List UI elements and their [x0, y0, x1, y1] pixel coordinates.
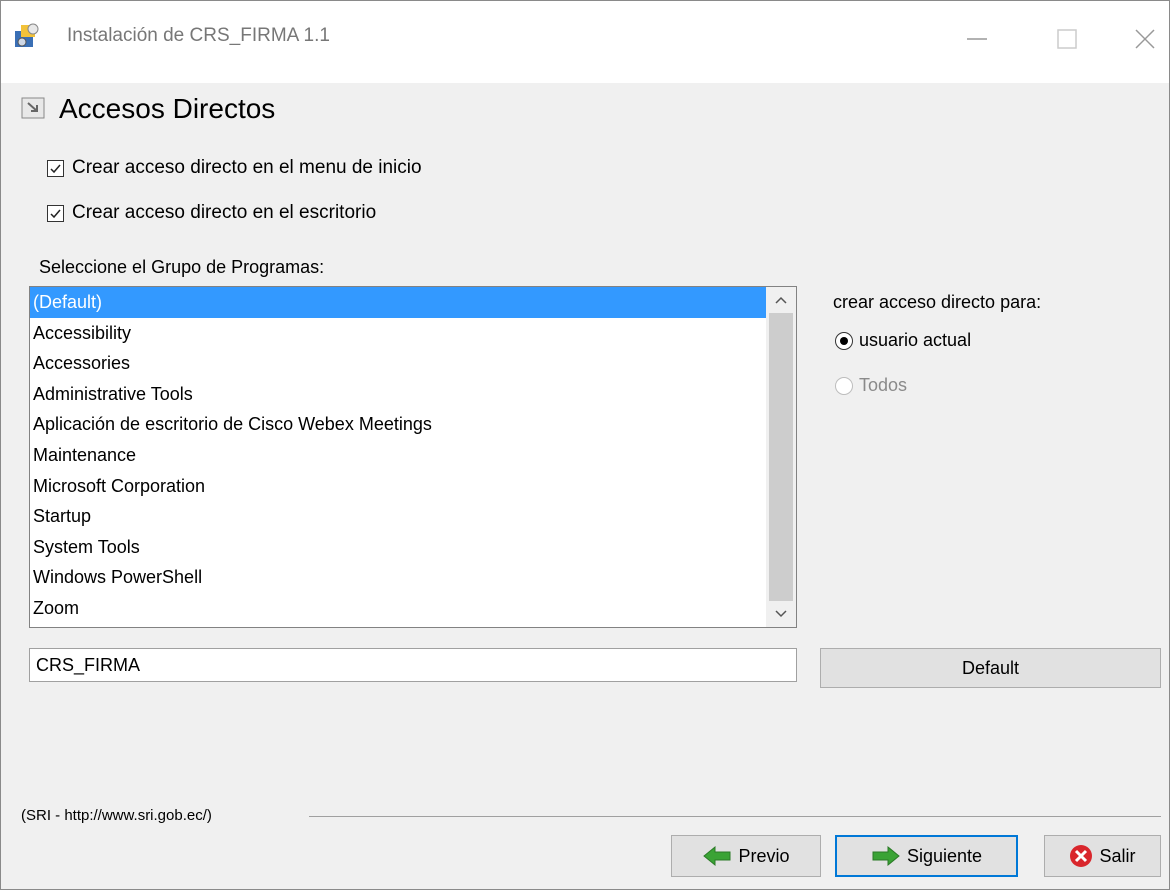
list-item[interactable]: Accessibility: [30, 318, 766, 349]
list-item[interactable]: Maintenance: [30, 440, 766, 471]
program-group-list[interactable]: (Default) Accessibility Accessories Admi…: [29, 286, 797, 628]
maximize-icon: [1057, 29, 1077, 49]
installer-window: Instalación de CRS_FIRMA 1.1 Accesos Dir…: [0, 0, 1170, 890]
arrow-left-icon: [703, 845, 731, 867]
radio-circle: [835, 376, 853, 395]
cancel-icon: [1070, 845, 1093, 867]
shortcut-for-label: crear acceso directo para:: [833, 292, 1042, 312]
minimize-icon: [967, 38, 987, 40]
scroll-down-button[interactable]: [766, 601, 796, 627]
desktop-shortcut-checkbox[interactable]: Crear acceso directo en el escritorio: [47, 202, 376, 224]
exit-button[interactable]: Salir: [1044, 835, 1161, 877]
radio-label: usuario actual: [859, 330, 972, 350]
next-label: Siguiente: [906, 845, 983, 866]
program-group-label: Seleccione el Grupo de Programas:: [39, 257, 325, 277]
radio-circle[interactable]: [835, 331, 853, 350]
footer-divider: [309, 816, 1161, 817]
list-item[interactable]: Aplicación de escritorio de Cisco Webex …: [30, 409, 766, 440]
scroll-up-button[interactable]: [766, 287, 796, 313]
radio-selected-dot: [840, 336, 848, 345]
next-button[interactable]: Siguiente: [835, 835, 1018, 877]
list-item[interactable]: Administrative Tools: [30, 379, 766, 410]
checkbox-box[interactable]: [47, 159, 64, 177]
checkmark-icon: [50, 209, 61, 218]
start-menu-shortcut-checkbox[interactable]: Crear acceso directo en el menu de inici…: [47, 157, 422, 179]
checkmark-icon: [50, 164, 61, 173]
footer-credit: (SRI - http://www.sri.gob.ec/): [21, 807, 216, 824]
previous-button[interactable]: Previo: [671, 835, 821, 877]
arrow-right-icon: [872, 845, 900, 867]
close-icon: [1135, 29, 1155, 49]
list-item[interactable]: Microsoft Corporation: [30, 471, 766, 502]
section-title: Accesos Directos: [59, 93, 276, 124]
chevron-down-icon: [775, 610, 787, 618]
radio-current-user[interactable]: usuario actual: [835, 330, 971, 351]
maximize-button[interactable]: [1047, 19, 1087, 59]
radio-label: Todos: [859, 375, 908, 395]
list-item[interactable]: Windows PowerShell: [30, 562, 766, 593]
list-item[interactable]: Accessories: [30, 348, 766, 379]
window-title: Instalación de CRS_FIRMA 1.1: [67, 25, 330, 46]
list-scrollbar[interactable]: [766, 287, 796, 627]
exit-label: Salir: [1099, 845, 1136, 866]
installer-app-icon: [15, 23, 39, 47]
scroll-thumb[interactable]: [769, 313, 793, 601]
list-item[interactable]: Startup: [30, 501, 766, 532]
program-group-items: (Default) Accessibility Accessories Admi…: [30, 287, 766, 624]
title-bar: Instalación de CRS_FIRMA 1.1: [1, 1, 1169, 83]
list-item[interactable]: Zoom: [30, 593, 766, 624]
program-group-input[interactable]: CRS_FIRMA: [29, 648, 797, 682]
minimize-button[interactable]: [957, 19, 997, 59]
shortcut-arrow-icon: [21, 97, 45, 119]
checkbox-box[interactable]: [47, 204, 64, 222]
checkbox-label: Crear acceso directo en el menu de inici…: [72, 157, 422, 178]
list-item[interactable]: System Tools: [30, 532, 766, 563]
default-button[interactable]: Default: [820, 648, 1161, 688]
previous-label: Previo: [738, 845, 790, 866]
list-item[interactable]: (Default): [30, 287, 766, 318]
radio-all-users: Todos: [835, 375, 907, 396]
checkbox-label: Crear acceso directo en el escritorio: [72, 202, 377, 223]
chevron-up-icon: [775, 296, 787, 304]
close-button[interactable]: [1125, 19, 1165, 59]
content-area: Accesos Directos Crear acceso directo en…: [1, 83, 1169, 889]
